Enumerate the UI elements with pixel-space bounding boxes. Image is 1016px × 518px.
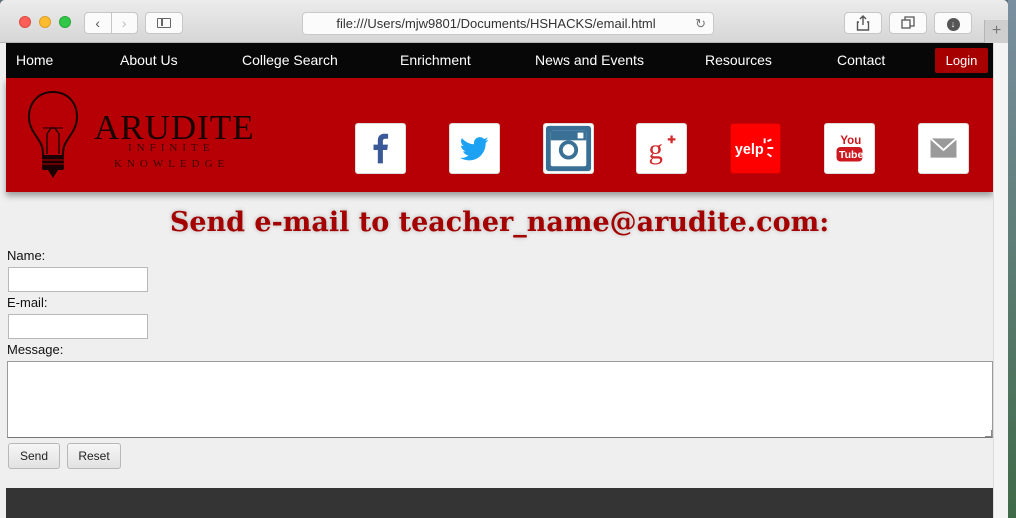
- back-arrow-icon[interactable]: ‹: [85, 13, 111, 33]
- nav-contact[interactable]: Contact: [837, 43, 885, 78]
- minimize-window-button[interactable]: [39, 16, 51, 28]
- nav-enrichment[interactable]: Enrichment: [400, 43, 471, 78]
- page-title: Send e-mail to teacher_name@arudite.com:: [169, 207, 830, 238]
- show-tabs-button[interactable]: [889, 12, 927, 34]
- downloads-button[interactable]: ↓: [934, 12, 972, 34]
- site-navigation: Home About Us College Search Enrichment …: [6, 43, 993, 78]
- page-scrollbar[interactable]: [993, 43, 1008, 518]
- instagram-link[interactable]: [543, 123, 594, 174]
- name-field[interactable]: [8, 267, 148, 292]
- lightbulb-logo-icon: [27, 90, 79, 178]
- forward-arrow-icon[interactable]: ›: [110, 13, 138, 33]
- zoom-window-button[interactable]: [59, 16, 71, 28]
- sidebar-icon: [157, 18, 171, 28]
- desktop-background: [1008, 0, 1016, 518]
- google-plus-icon: g: [649, 134, 676, 166]
- message-label: Message:: [7, 342, 64, 357]
- youtube-you-text: You: [840, 135, 861, 147]
- facebook-icon: [373, 133, 389, 164]
- browser-window: ‹ › file:///Users/mjw9801/Documents/HSHA…: [0, 0, 1008, 518]
- nav-news-and-events[interactable]: News and Events: [535, 43, 644, 78]
- email-label: E-mail:: [7, 295, 48, 310]
- download-icon: ↓: [946, 18, 960, 31]
- share-button[interactable]: [844, 12, 882, 34]
- nav-about-us[interactable]: About Us: [120, 43, 178, 78]
- instagram-icon: [545, 125, 592, 172]
- resize-grip-icon[interactable]: [985, 430, 992, 437]
- facebook-link[interactable]: [355, 123, 406, 174]
- sidebar-toggle-button[interactable]: [145, 12, 183, 34]
- nav-college-search[interactable]: College Search: [242, 43, 338, 78]
- google-plus-link[interactable]: g: [636, 123, 687, 174]
- yelp-icon: yelp: [735, 138, 774, 158]
- twitter-icon: [459, 137, 489, 161]
- share-icon: [856, 15, 870, 31]
- address-bar[interactable]: file:///Users/mjw9801/Documents/HSHACKS/…: [302, 12, 714, 35]
- logo-tagline-2: KNOWLEDGE: [114, 158, 230, 170]
- close-window-button[interactable]: [19, 16, 31, 28]
- header-banner: ARUDITE INFINITE KNOWLEDGE g yelp You Tu…: [6, 78, 993, 192]
- twitter-link[interactable]: [449, 123, 500, 174]
- yelp-link[interactable]: yelp: [730, 123, 781, 174]
- email-link[interactable]: [918, 123, 969, 174]
- envelope-icon: [929, 137, 958, 158]
- yelp-text: yelp: [735, 142, 764, 158]
- history-buttons: ‹ ›: [84, 12, 138, 34]
- new-tab-button[interactable]: +: [984, 20, 1008, 43]
- url-text[interactable]: file:///Users/mjw9801/Documents/HSHACKS/…: [303, 13, 689, 34]
- tabs-icon: [901, 16, 915, 29]
- nav-home[interactable]: Home: [16, 43, 53, 78]
- email-field[interactable]: [8, 314, 148, 339]
- youtube-tube-text: Tube: [839, 149, 864, 161]
- svg-text:g: g: [649, 134, 663, 166]
- browser-toolbar: ‹ › file:///Users/mjw9801/Documents/HSHA…: [0, 0, 1008, 43]
- nav-resources[interactable]: Resources: [705, 43, 772, 78]
- youtube-icon: You Tube: [836, 135, 864, 162]
- message-textarea[interactable]: [7, 361, 993, 438]
- page-footer: [6, 488, 993, 518]
- send-button[interactable]: Send: [8, 443, 60, 469]
- reset-button[interactable]: Reset: [67, 443, 121, 469]
- youtube-link[interactable]: You Tube: [824, 123, 875, 174]
- reload-icon[interactable]: ↻: [695, 16, 706, 32]
- name-label: Name:: [7, 248, 46, 263]
- login-button[interactable]: Login: [935, 48, 988, 73]
- logo-tagline-1: INFINITE: [128, 142, 215, 154]
